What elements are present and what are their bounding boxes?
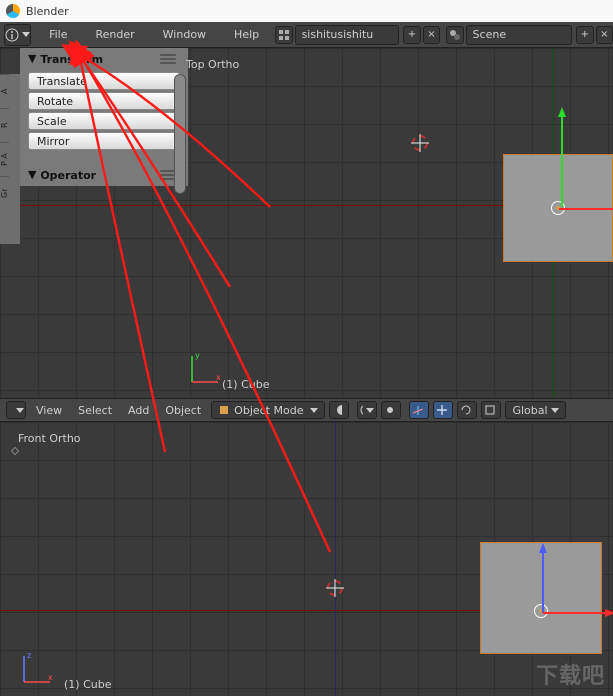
main-app: File Render Window Help sishitusishitu +… <box>0 22 613 696</box>
toolshelf-tab[interactable]: Gr <box>0 176 9 210</box>
selected-cube[interactable] <box>480 542 602 654</box>
menu-select[interactable]: Select <box>70 404 120 417</box>
window-title: Blender <box>26 5 69 18</box>
selected-cube[interactable] <box>503 154 613 262</box>
scene-browse-button[interactable] <box>446 26 463 44</box>
scene-add-button[interactable]: + <box>576 26 593 44</box>
editor-type-button[interactable] <box>4 24 31 46</box>
panel-header-transform[interactable]: ▼ Transform <box>20 48 188 70</box>
viewport-name-label: Top Ortho <box>186 58 239 71</box>
manipulator-translate[interactable] <box>433 401 453 419</box>
axis-z <box>335 422 336 696</box>
gizmo-z-arrow-icon[interactable] <box>539 543 547 613</box>
svg-text:y: y <box>195 351 200 360</box>
screen-delete-button[interactable]: × <box>423 26 440 44</box>
axes-icon <box>412 404 424 416</box>
axis-legend-icon: z x <box>18 648 58 688</box>
screen-layout-field[interactable]: sishitusishitu <box>295 25 400 45</box>
menu-add[interactable]: Add <box>120 404 157 417</box>
info-header: File Render Window Help sishitusishitu +… <box>0 22 613 48</box>
orientation-label: Global <box>512 404 547 417</box>
blender-logo-icon <box>6 4 20 18</box>
menu-render[interactable]: Render <box>82 28 149 41</box>
manipulate-center-button[interactable] <box>381 401 401 419</box>
viewport-top[interactable]: A R P A Gr ▼ Transform Translate Rotate … <box>0 48 613 398</box>
rotate-icon <box>460 404 472 416</box>
manipulator-rotate[interactable] <box>457 401 477 419</box>
menu-file[interactable]: File <box>35 28 81 41</box>
svg-text:z: z <box>27 651 31 660</box>
grid-icon <box>278 29 290 41</box>
mirror-button[interactable]: Mirror <box>28 132 180 150</box>
drag-handle-icon[interactable] <box>160 52 180 66</box>
operator-label: Operator <box>40 169 96 182</box>
menu-object[interactable]: Object <box>157 404 209 417</box>
toolshelf-tab[interactable]: R <box>0 108 9 142</box>
toolshelf-tabs: A R P A Gr <box>0 74 20 244</box>
menu-view[interactable]: View <box>28 404 70 417</box>
sphere-solid-icon <box>336 404 342 416</box>
scene-icon <box>449 29 461 41</box>
translate-button[interactable]: Translate <box>28 72 180 90</box>
dropdown-icon <box>22 32 30 37</box>
view3d-header-top: View Select Add Object Object Mode Globa… <box>0 398 613 422</box>
menu-window[interactable]: Window <box>149 28 220 41</box>
tool-panel: ▼ Transform Translate Rotate Scale Mirro… <box>20 48 188 186</box>
scene-value: Scene <box>473 28 507 41</box>
window-titlebar: Blender <box>0 0 613 22</box>
menu-help[interactable]: Help <box>220 28 273 41</box>
toolshelf-tab[interactable]: P A <box>0 142 9 176</box>
translate-icon <box>436 404 448 416</box>
screen-browse-button[interactable] <box>275 26 292 44</box>
mode-dropdown[interactable]: Object Mode <box>211 401 325 419</box>
pivot-icon <box>360 404 363 416</box>
active-object-label: (1) Cube <box>222 378 269 391</box>
viewport-front[interactable]: Front Ortho z x (1) Cube 下载吧 <box>0 422 613 696</box>
screen-layout-value: sishitusishitu <box>302 28 374 41</box>
cursor3d-icon <box>324 577 346 599</box>
toolpanel-scrollbar[interactable] <box>174 74 186 194</box>
object-mode-icon <box>218 404 230 416</box>
editor-type-button[interactable] <box>6 401 26 419</box>
transform-label: Transform <box>40 53 103 66</box>
dropdown-icon <box>16 408 24 413</box>
gizmo-x-arrow-icon[interactable] <box>543 609 613 617</box>
scale-icon <box>484 404 496 416</box>
gizmo-x-arrow-icon[interactable] <box>559 205 613 213</box>
panel-header-operator[interactable]: ▼ Operator <box>20 164 188 186</box>
scale-button[interactable]: Scale <box>28 112 180 130</box>
watermark: 下载吧 <box>536 658 605 690</box>
rotate-button[interactable]: Rotate <box>28 92 180 110</box>
svg-text:x: x <box>48 673 53 682</box>
cursor3d-icon <box>409 132 431 154</box>
gizmo-y-arrow-icon[interactable] <box>558 107 566 207</box>
shading-solid-button[interactable] <box>329 401 349 419</box>
dropdown-icon <box>366 408 374 413</box>
viewport-name-label: Front Ortho <box>18 432 81 445</box>
mode-label: Object Mode <box>234 404 303 417</box>
manipulator-toggle[interactable] <box>409 401 429 419</box>
active-object-label: (1) Cube <box>64 678 111 691</box>
scene-field[interactable]: Scene <box>466 25 573 45</box>
dropdown-icon <box>551 408 559 413</box>
manipulator-scale[interactable] <box>481 401 501 419</box>
svg-text:x: x <box>216 373 221 382</box>
orientation-dropdown[interactable]: Global <box>505 401 565 419</box>
dropdown-icon <box>310 408 318 413</box>
screen-add-button[interactable]: + <box>403 26 420 44</box>
pivot-button[interactable] <box>357 401 377 419</box>
axis-legend-icon: y x <box>186 348 226 388</box>
scene-delete-button[interactable]: × <box>596 26 613 44</box>
dot-icon <box>384 404 396 416</box>
info-icon <box>5 28 19 42</box>
toolshelf-tab[interactable]: A <box>0 74 9 108</box>
